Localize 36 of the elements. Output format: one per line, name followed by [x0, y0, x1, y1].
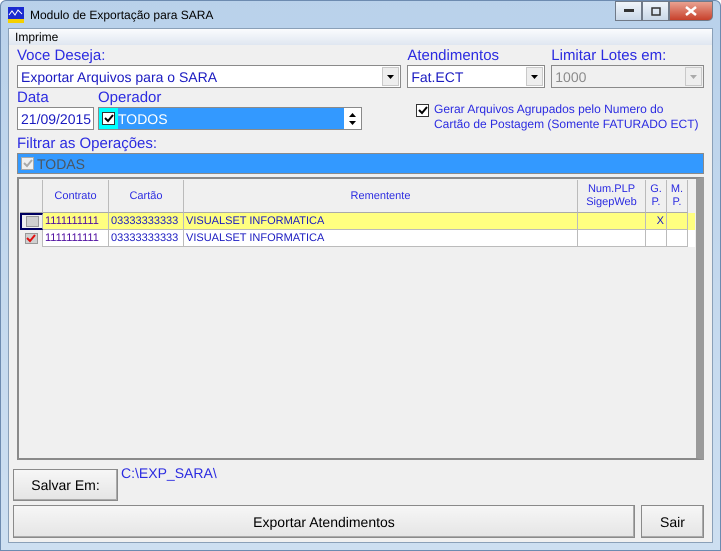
app-logo-icon [8, 6, 24, 22]
exit-button[interactable]: Sair [641, 505, 704, 538]
save-path: C:\EXP_SARA\ [121, 465, 217, 481]
table-cell [646, 230, 667, 247]
table-cell: VISUALSET INFORMATICA [184, 230, 578, 247]
row-checkbox[interactable] [24, 233, 38, 244]
maximize-icon [650, 6, 660, 16]
minimize-icon [624, 9, 634, 13]
close-icon [685, 6, 697, 16]
checkbox[interactable] [102, 112, 115, 125]
field-label: Operador [98, 89, 162, 107]
close-button[interactable] [669, 1, 713, 21]
checkbox[interactable] [416, 104, 429, 117]
table-cell [667, 230, 688, 247]
field-label: Limitar Lotes em: [551, 47, 668, 65]
row-checkbox[interactable] [26, 216, 38, 227]
export-button[interactable]: Exportar Atendimentos [13, 505, 635, 538]
checkbox-label: Gerar Arquivos Agrupados pelo Numero do Cartão de Postagem (Somente FATURADO ECT) [434, 102, 700, 132]
menu-item[interactable]: Imprime [13, 29, 60, 45]
field-label: Voce Deseja: [17, 47, 106, 65]
field-label: Data [17, 89, 50, 107]
caret-icon [531, 74, 538, 78]
window-title: Modulo de Exportação para SARA [30, 8, 214, 22]
field-label: Atendimentos [407, 47, 500, 65]
minimize-button[interactable] [615, 1, 642, 21]
atendimentos-dropdown[interactable]: Fat.ECT [407, 65, 546, 88]
date-field[interactable]: 21/09/2015 [17, 107, 94, 130]
table-cell: 03333333333 [109, 230, 184, 247]
save-location-button[interactable]: Salvar Em: [13, 469, 118, 501]
field-label: Filtrar as Operações: [17, 135, 158, 153]
action-dropdown[interactable]: Exportar Arquivos para o SARA [17, 65, 402, 88]
caret-icon [690, 74, 697, 78]
maximize-button[interactable] [642, 1, 669, 21]
table-cell: 1111111111 [43, 230, 109, 247]
caret-icon [387, 74, 394, 78]
table-cell [578, 230, 646, 247]
